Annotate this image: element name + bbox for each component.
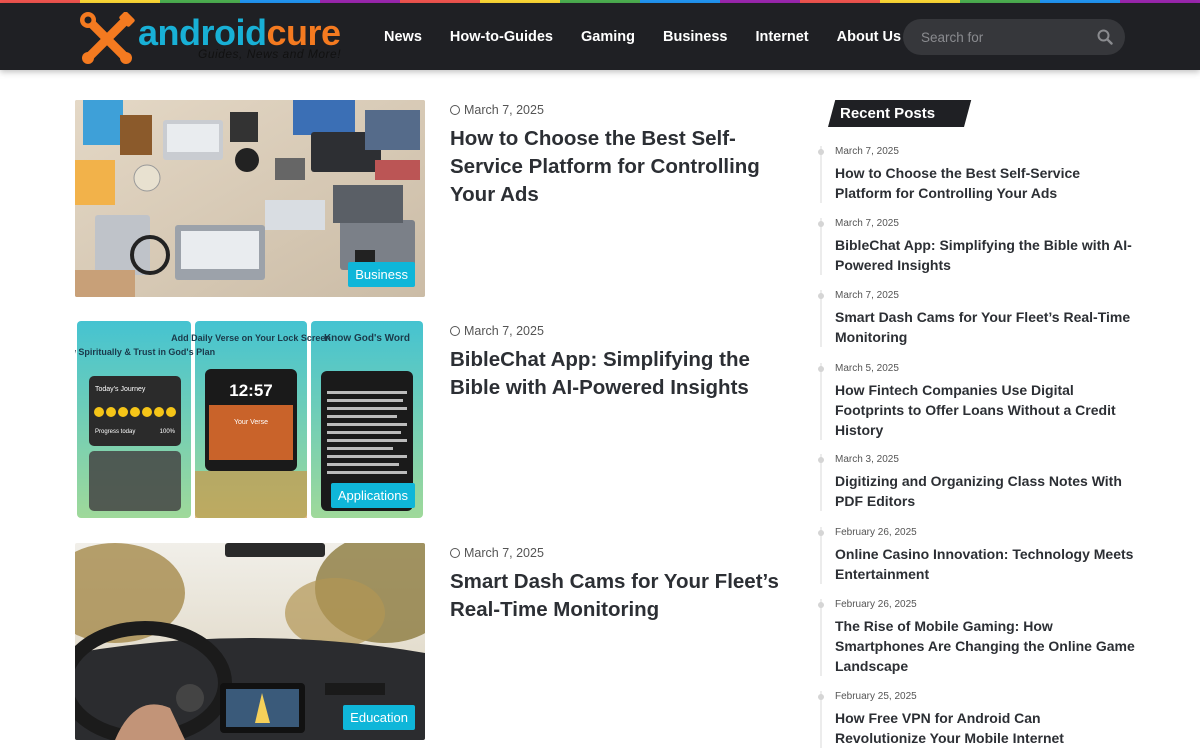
- post-date: March 7, 2025: [450, 103, 544, 117]
- recent-post-title[interactable]: How to Choose the Best Self-Service Plat…: [835, 163, 1135, 203]
- svg-text:Add Daily Verse on Your Lock S: Add Daily Verse on Your Lock Screen: [171, 333, 331, 343]
- svg-text:100%: 100%: [160, 429, 176, 435]
- recent-post-item[interactable]: March 7, 2025 How to Choose the Best Self…: [818, 146, 1140, 203]
- recent-post-item[interactable]: February 26, 2025 Online Casino Innovatio…: [818, 527, 1140, 584]
- nav-business[interactable]: Business: [663, 29, 727, 45]
- post-thumbnail-biblechat[interactable]: Grow Spiritually & Trust in God's Plan T…: [75, 321, 425, 518]
- recent-post-date: February 25, 2025: [835, 691, 917, 702]
- post-item: Grow Spiritually & Trust in God's Plan T…: [75, 321, 785, 518]
- post-item: Education March 7, 2025 Smart Dash Cams …: [75, 543, 785, 740]
- search-box: [903, 19, 1125, 55]
- svg-text:12:57: 12:57: [229, 381, 272, 400]
- post-title[interactable]: BibleChat App: Simplifying the Bible wit…: [450, 346, 780, 402]
- post-item: Business March 7, 2025 How to Choose the…: [75, 100, 785, 297]
- search-icon[interactable]: [1097, 29, 1113, 45]
- post-title[interactable]: How to Choose the Best Self-Service Plat…: [450, 125, 780, 209]
- recent-post-date: March 5, 2025: [835, 363, 899, 374]
- nav-news[interactable]: News: [384, 29, 422, 45]
- recent-post-date: February 26, 2025: [835, 599, 917, 610]
- clock-icon: [450, 105, 460, 115]
- recent-post-title[interactable]: Digitizing and Organizing Class Notes Wi…: [835, 471, 1135, 511]
- site-header: androidcure Guides, News and More! News …: [0, 3, 1200, 70]
- recent-post-title[interactable]: Smart Dash Cams for Your Fleet’s Real-Ti…: [835, 307, 1135, 347]
- tools-logo-icon: [80, 12, 135, 64]
- site-logo[interactable]: androidcure Guides, News and More!: [78, 10, 358, 66]
- recent-post-date: March 7, 2025: [835, 146, 899, 157]
- recent-post-title[interactable]: BibleChat App: Simplifying the Bible wit…: [835, 235, 1135, 275]
- clock-icon: [450, 548, 460, 558]
- recent-post-item[interactable]: March 3, 2025 Digitizing and Organizing C…: [818, 454, 1140, 511]
- category-badge[interactable]: Applications: [330, 483, 415, 508]
- svg-text:Today's Journey: Today's Journey: [95, 386, 146, 393]
- main-nav: News How-to-Guides Gaming Business Inter…: [384, 3, 929, 70]
- recent-post-date: March 7, 2025: [835, 218, 899, 229]
- logo-tagline: Guides, News and More!: [198, 47, 342, 61]
- nav-about-us[interactable]: About Us: [837, 29, 901, 45]
- nav-how-to-guides[interactable]: How-to-Guides: [450, 29, 553, 45]
- post-thumbnail-workspace[interactable]: Business: [75, 100, 425, 297]
- post-date: March 7, 2025: [450, 324, 544, 338]
- nav-internet[interactable]: Internet: [755, 29, 808, 45]
- recent-post-title[interactable]: The Rise of Mobile Gaming: How Smartphon…: [835, 616, 1135, 676]
- recent-post-item[interactable]: March 7, 2025 Smart Dash Cams for Your Fl…: [818, 290, 1140, 347]
- nav-gaming[interactable]: Gaming: [581, 29, 635, 45]
- svg-text:Progress today: Progress today: [95, 429, 135, 435]
- recent-post-item[interactable]: February 25, 2025 How Free VPN for Androi…: [818, 691, 1140, 748]
- post-date: March 7, 2025: [450, 546, 544, 560]
- category-badge[interactable]: Business: [348, 262, 415, 287]
- svg-text:Your Verse: Your Verse: [234, 419, 268, 426]
- recent-post-title[interactable]: Online Casino Innovation: Technology Mee…: [835, 544, 1135, 584]
- search-input[interactable]: [921, 19, 1091, 55]
- recent-post-item[interactable]: March 5, 2025 How Fintech Companies Use D…: [818, 363, 1140, 440]
- recent-post-title[interactable]: How Fintech Companies Use Digital Footpr…: [835, 380, 1135, 440]
- svg-text:Know God's Word: Know God's Word: [324, 333, 410, 344]
- post-thumbnail-dashcam[interactable]: Education: [75, 543, 425, 740]
- recent-post-item[interactable]: February 26, 2025 The Rise of Mobile Gami…: [818, 599, 1140, 676]
- recent-post-title[interactable]: How Free VPN for Android Can Revolutioni…: [835, 708, 1135, 748]
- bible-panel1-title-1: Grow Spiritually & Trust in God's Plan: [75, 347, 215, 357]
- recent-post-date: February 26, 2025: [835, 527, 917, 538]
- post-title[interactable]: Smart Dash Cams for Your Fleet’s Real-Ti…: [450, 568, 780, 624]
- recent-post-date: March 3, 2025: [835, 454, 899, 465]
- clock-icon: [450, 326, 460, 336]
- category-badge[interactable]: Education: [343, 705, 415, 730]
- recent-post-item[interactable]: March 7, 2025 BibleChat App: Simplifying …: [818, 218, 1140, 275]
- recent-post-date: March 7, 2025: [835, 290, 899, 301]
